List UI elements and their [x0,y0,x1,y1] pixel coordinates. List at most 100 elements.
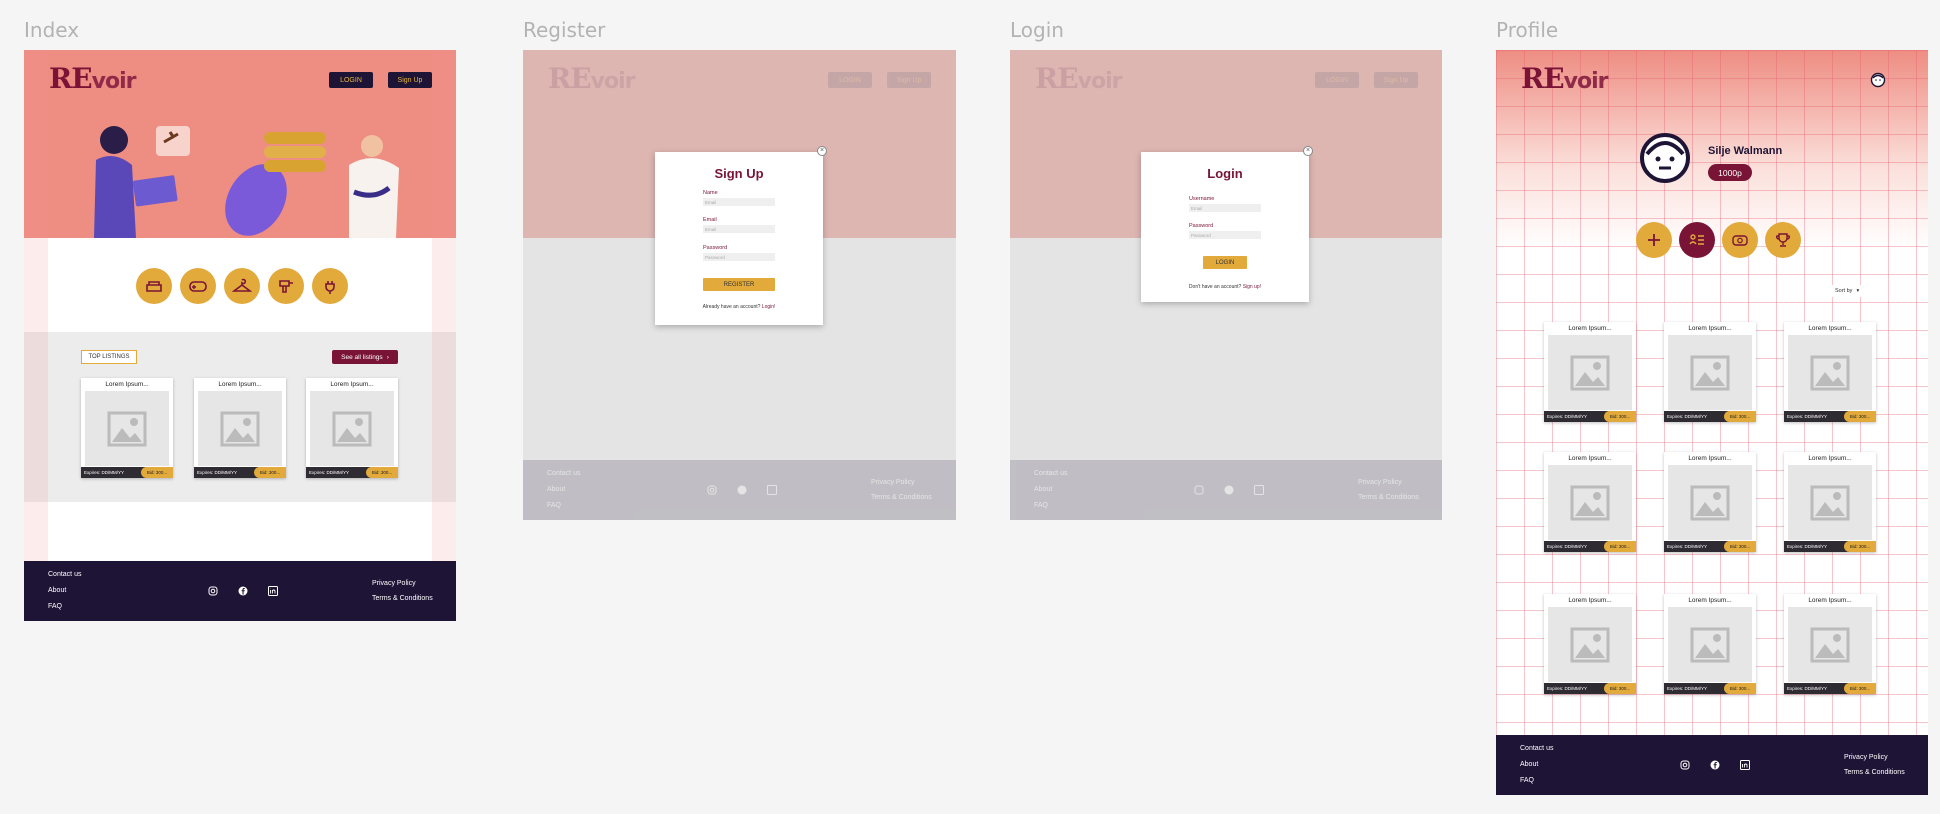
login-link[interactable]: Login! [762,304,776,310]
logo-voir: voir [1563,69,1609,94]
profile-action-row [1636,222,1801,258]
category-row [136,268,348,304]
card-title: Lorem Ipsum... [218,381,262,388]
card-bid: Bid: 300... [141,467,173,478]
footer-privacy-link[interactable]: Privacy Policy [372,580,416,587]
register-button[interactable]: REGISTER [703,278,775,291]
card-expires: Expires: DD/MM/YY [1547,686,1588,691]
user-avatar-icon[interactable] [1870,72,1886,93]
listing-card[interactable]: Lorem Ipsum... Expires: DD/MM/YY Bid: 300.… [1664,322,1756,422]
listing-card[interactable]: Lorem Ipsum... Expires: DD/MM/YY Bid: 300.… [1784,452,1876,552]
card-title: Lorem Ipsum... [330,381,374,388]
listing-card[interactable]: Lorem Ipsum... Expires: DD/MM/YY Bid: 300… [194,378,286,478]
listing-card[interactable]: Lorem Ipsum... Expires: DD/MM/YY Bid: 300… [81,378,173,478]
top-listings-label: TOP LISTINGS [81,350,137,364]
signup-button[interactable]: Sign Up [388,72,432,88]
sort-dropdown[interactable]: Sort by ▾ [1832,285,1866,297]
plug-icon[interactable] [312,268,348,304]
card-bid: Bid: 300... [1844,683,1876,694]
footer-faq-link[interactable]: FAQ [48,603,62,610]
password-field[interactable]: Password [703,253,775,261]
social-links [208,586,278,596]
card-expires: Expires: DD/MM/YY [1667,414,1708,419]
profile-name: Silje Walmann [1708,145,1783,157]
card-expires: Expires: DD/MM/YY [1787,414,1828,419]
logo-re: RE [1521,62,1565,95]
image-placeholder-icon [1668,607,1752,682]
gamepad-icon[interactable] [180,268,216,304]
footer-faq-link[interactable]: FAQ [1520,777,1534,784]
facebook-icon[interactable] [238,586,248,596]
listing-card[interactable]: Lorem Ipsum... Expires: DD/MM/YY Bid: 300.… [1784,594,1876,694]
listings-section: TOP LISTINGS See all listings › Lorem Ips… [24,332,456,502]
image-placeholder-icon [1668,465,1752,540]
profile-frame: REvoir Silje Walmann 1000p Sort by ▾ Lore… [1496,50,1928,795]
instagram-icon[interactable] [1680,760,1690,770]
password-label: Password [1189,223,1214,229]
listing-card[interactable]: Lorem Ipsum... Expires: DD/MM/YY Bid: 300… [306,378,398,478]
add-listing-icon[interactable] [1636,222,1672,258]
see-all-listings-button[interactable]: See all listings › [332,350,398,364]
name-label: Name [703,190,718,196]
card-bid: Bid: 300... [1724,541,1756,552]
card-expires: Expires: DD/MM/YY [1787,686,1828,691]
close-icon[interactable]: × [817,146,827,156]
card-expires: Expires: DD/MM/YY [1547,414,1588,419]
see-all-label: See all listings [341,353,383,361]
card-title: Lorem Ipsum... [1568,597,1612,604]
email-label: Email [703,217,717,223]
card-bid: Bid: 300... [366,467,398,478]
logo[interactable]: REvoir [49,62,137,95]
login-submit-button[interactable]: LOGIN [1203,256,1247,269]
chevron-right-icon: › [386,353,389,361]
login-title: Login [1207,166,1243,181]
listing-card[interactable]: Lorem Ipsum... Expires: DD/MM/YY Bid: 300.… [1544,594,1636,694]
drill-icon[interactable] [268,268,304,304]
login-button[interactable]: LOGIN [329,72,373,88]
facebook-icon[interactable] [1710,760,1720,770]
footer-terms-link[interactable]: Terms & Conditions [372,595,433,602]
footer-terms-link[interactable]: Terms & Conditions [1844,769,1905,776]
sort-label: Sort by [1835,288,1853,294]
logo[interactable]: REvoir [1521,62,1609,95]
linkedin-icon[interactable] [268,586,278,596]
footer-privacy-link[interactable]: Privacy Policy [1844,754,1888,761]
footer-contact-link[interactable]: Contact us [1520,745,1553,752]
linkedin-icon[interactable] [1740,760,1750,770]
sofa-icon[interactable] [136,268,172,304]
name-field[interactable]: Email [703,198,775,206]
instagram-icon[interactable] [208,586,218,596]
my-listings-icon[interactable] [1679,222,1715,258]
bids-icon[interactable] [1722,222,1758,258]
footer-about-link[interactable]: About [48,587,66,594]
logo-voir: voir [91,69,137,94]
login-prompt-text: Already have an account? [702,304,761,310]
username-field[interactable]: Email [1189,204,1261,212]
email-field[interactable]: Email [703,225,775,233]
footer-contact-link[interactable]: Contact us [48,571,81,578]
hanger-icon[interactable] [224,268,260,304]
card-expires: Expires: DD/MM/YY [1547,544,1588,549]
image-placeholder-icon [1788,335,1872,410]
footer: Contact us About FAQ Privacy Policy Term… [1496,735,1928,795]
login-modal: × Login Username Email Password Password… [1141,146,1313,302]
listing-card[interactable]: Lorem Ipsum... Expires: DD/MM/YY Bid: 300.… [1544,452,1636,552]
image-placeholder-icon [1788,607,1872,682]
trophy-icon[interactable] [1765,222,1801,258]
close-icon[interactable]: × [1303,146,1313,156]
card-title: Lorem Ipsum... [1808,455,1852,462]
listing-card[interactable]: Lorem Ipsum... Expires: DD/MM/YY Bid: 300.… [1784,322,1876,422]
layout-column-left [24,50,48,561]
login-frame: REvoir LOGIN Sign Up Contact us About FA… [1010,50,1442,520]
image-placeholder-icon [1668,335,1752,410]
footer-about-link[interactable]: About [1520,761,1538,768]
listing-card[interactable]: Lorem Ipsum... Expires: DD/MM/YY Bid: 300.… [1544,322,1636,422]
signup-link[interactable]: Sign up! [1243,284,1261,290]
card-bid: Bid: 300... [254,467,286,478]
chevron-down-icon: ▾ [1856,288,1860,294]
password-field[interactable]: Password [1189,231,1261,239]
listing-card[interactable]: Lorem Ipsum... Expires: DD/MM/YY Bid: 300.… [1664,594,1756,694]
card-expires: Expires: DD/MM/YY [309,470,350,475]
card-title: Lorem Ipsum... [1568,325,1612,332]
listing-card[interactable]: Lorem Ipsum... Expires: DD/MM/YY Bid: 300.… [1664,452,1756,552]
